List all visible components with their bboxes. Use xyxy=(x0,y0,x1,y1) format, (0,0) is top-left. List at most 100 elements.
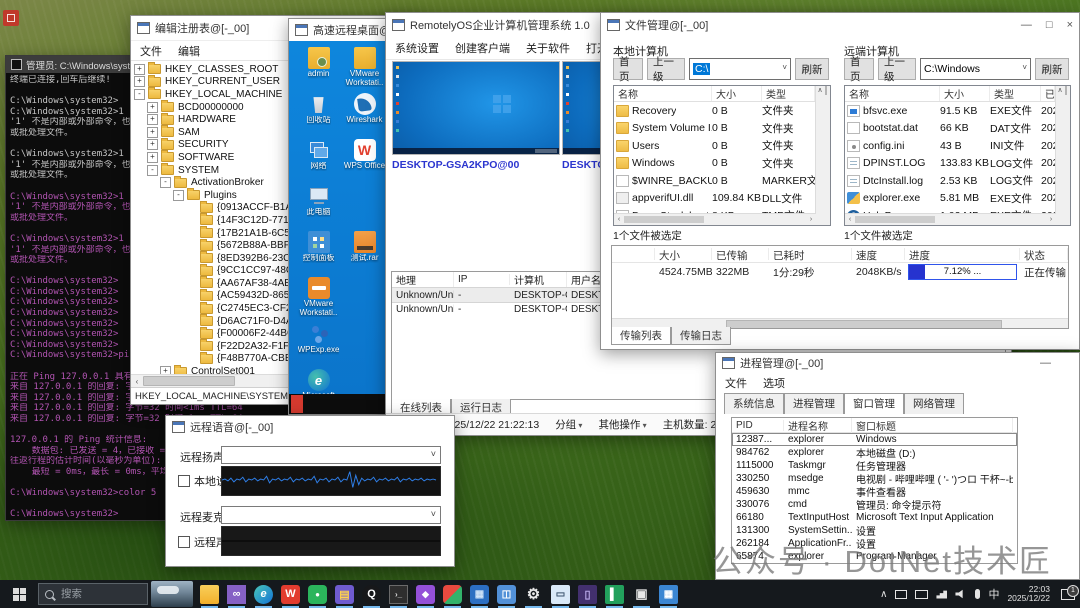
taskbar-app-icon[interactable]: ▦ xyxy=(655,580,682,608)
desktop-icon[interactable]: 网络 xyxy=(297,139,340,182)
tab[interactable]: 网络管理 xyxy=(904,393,964,414)
horizontal-scrollbar[interactable]: ‹› xyxy=(845,213,1056,225)
checkbox-icon[interactable] xyxy=(178,536,190,548)
voice-titlebar[interactable]: 远程语音@[-_00] xyxy=(166,416,454,438)
expander-icon[interactable]: - xyxy=(160,177,171,188)
horizontal-scrollbar[interactable]: ‹› xyxy=(614,213,816,225)
expander-icon[interactable]: + xyxy=(147,102,158,113)
refresh-button[interactable]: 刷新 xyxy=(1035,58,1069,80)
up-button[interactable]: 上一级 xyxy=(647,58,685,80)
expander-icon[interactable]: + xyxy=(147,139,158,150)
taskbar-app-icon[interactable]: e xyxy=(250,580,277,608)
taskbar-clock[interactable]: 22:03 2025/12/22 xyxy=(1007,585,1050,604)
menu-item[interactable]: 系统设置 xyxy=(395,40,439,56)
remote-path-combobox[interactable]: C:\Windows xyxy=(920,58,1031,80)
desktop-icon[interactable]: admin xyxy=(297,47,340,90)
menu-item[interactable]: 文件 xyxy=(725,375,747,391)
menu-item[interactable]: 文件 xyxy=(140,43,162,59)
menu-item[interactable]: 编辑 xyxy=(178,43,200,59)
file-list-header[interactable]: 名称大小类型已修 xyxy=(845,86,1055,102)
file-row[interactable]: appverifUI.dll 109.84 KBDLL文件 xyxy=(614,190,815,208)
search-input[interactable] xyxy=(59,587,141,601)
tab[interactable]: 进程管理 xyxy=(784,393,844,414)
tray-network-icon[interactable] xyxy=(936,590,947,599)
taskbar-app-icon[interactable] xyxy=(196,580,223,608)
process-manager-titlebar[interactable]: 进程管理@[-_00] — xyxy=(716,353,1079,373)
tray-microphone-icon[interactable] xyxy=(975,589,980,599)
expander-icon[interactable]: + xyxy=(147,152,158,163)
taskbar-app-icon[interactable]: ⚙ xyxy=(520,580,547,608)
expander-icon[interactable]: - xyxy=(173,190,184,201)
taskbar-app-icon[interactable]: ◫ xyxy=(493,580,520,608)
vertical-scrollbar[interactable]: ∧ xyxy=(815,86,830,225)
machine-thumbnail[interactable]: DESKTOP-GSA2KPO@00 xyxy=(392,61,558,227)
file-list-header[interactable]: 名称大小类型 xyxy=(614,86,815,102)
desktop-icon[interactable]: 测试.rar xyxy=(343,231,386,274)
taskbar-search[interactable] xyxy=(38,583,148,605)
transfer-header[interactable]: 大小已传输 已耗时速度 进度状态 xyxy=(612,246,1068,263)
file-row[interactable]: DtcInstall.log 2.53 KBLOG文件2025 xyxy=(845,172,1055,190)
desktop-icon[interactable]: WPExp.exe xyxy=(297,323,340,366)
minimize-icon[interactable]: — xyxy=(1021,19,1032,31)
file-row[interactable]: DPINST.LOG 133.83 KBLOG文件2025 xyxy=(845,155,1055,173)
expander-icon[interactable]: + xyxy=(134,64,145,75)
expander-icon[interactable]: + xyxy=(147,127,158,138)
other-actions-dropdown[interactable]: 其他操作 xyxy=(598,417,646,432)
expander-icon[interactable]: + xyxy=(147,114,158,125)
action-center-icon[interactable]: 1 xyxy=(1061,589,1075,600)
tab[interactable]: 窗口管理 xyxy=(844,393,904,414)
minimize-icon[interactable]: — xyxy=(1040,357,1051,369)
machine-name[interactable]: DESKTOP-GSA2KPO@00 xyxy=(392,159,558,171)
expander-icon[interactable]: + xyxy=(134,76,145,87)
taskbar-app-icon[interactable]: Q xyxy=(358,580,385,608)
ime-indicator[interactable]: 中 xyxy=(988,586,999,602)
maximize-icon[interactable]: □ xyxy=(1046,19,1053,31)
expander-icon[interactable]: - xyxy=(134,89,145,100)
taskbar-app-icon[interactable]: ◆ xyxy=(412,580,439,608)
menu-item[interactable]: 创建客户端 xyxy=(455,40,510,56)
tab[interactable]: 系统信息 xyxy=(724,393,784,414)
taskbar-app-icon[interactable]: ▣ xyxy=(628,580,655,608)
tray-chevron-icon[interactable]: ∧ xyxy=(880,589,887,600)
tray-volume-icon[interactable] xyxy=(955,589,967,599)
taskbar-app-icon[interactable]: ▤ xyxy=(331,580,358,608)
up-button[interactable]: 上一级 xyxy=(878,58,916,80)
taskbar-app-icon[interactable]: ▭ xyxy=(547,580,574,608)
file-row[interactable]: config.ini 43 BINI文件2025 xyxy=(845,137,1055,155)
expander-icon[interactable]: - xyxy=(147,165,158,176)
taskbar-app-icon[interactable]: ● xyxy=(304,580,331,608)
group-dropdown[interactable]: 分组 xyxy=(555,417,582,432)
file-row[interactable]: Users 0 B文件夹 xyxy=(614,137,815,155)
start-button[interactable] xyxy=(0,580,38,608)
taskbar-app-icon[interactable]: ▍ xyxy=(601,580,628,608)
taskbar-app-icon[interactable]: W xyxy=(277,580,304,608)
taskbar-app-icon[interactable]: ∞ xyxy=(223,580,250,608)
desktop-icon[interactable]: WPS Office xyxy=(343,139,386,182)
home-button[interactable]: 首页 xyxy=(844,58,874,80)
taskbar-app-icon[interactable]: ▦ xyxy=(466,580,493,608)
home-button[interactable]: 首页 xyxy=(613,58,643,80)
desktop-icon[interactable]: 此电脑 xyxy=(297,185,340,228)
desktop-icon[interactable]: 控制面板 xyxy=(297,231,340,274)
file-row[interactable]: Recovery 0 B文件夹 xyxy=(614,102,815,120)
speaker-combobox[interactable] xyxy=(221,446,441,464)
taskbar-app-icon[interactable]: ▯ xyxy=(574,580,601,608)
desktop-icon[interactable]: Wireshark xyxy=(343,93,386,136)
weather-widget[interactable] xyxy=(151,581,193,607)
tray-display-icon[interactable] xyxy=(895,590,907,599)
file-row[interactable]: bfsvc.exe 91.5 KBEXE文件2025 xyxy=(845,102,1055,120)
menu-item[interactable]: 选项 xyxy=(763,375,785,391)
process-row[interactable]: 330076cmd管理员: 命令提示符 xyxy=(732,498,1017,511)
desktop-icon[interactable]: VMware Workstati.. xyxy=(343,47,386,90)
file-row[interactable]: $WINRE_BACKUP... 0 BMARKER文件 xyxy=(614,172,815,190)
machine-screen-preview[interactable] xyxy=(392,61,560,155)
desktop-shortcut-icon[interactable] xyxy=(3,10,19,26)
local-path-combobox[interactable]: C:\ xyxy=(689,58,791,80)
taskbar-app-icon[interactable] xyxy=(439,580,466,608)
tab[interactable]: 传输日志 xyxy=(671,327,731,345)
tray-keyboard-icon[interactable] xyxy=(915,590,928,599)
close-icon[interactable]: × xyxy=(1067,19,1073,31)
vertical-scrollbar[interactable]: ∧ xyxy=(1055,86,1070,225)
mic-combobox[interactable] xyxy=(221,506,441,524)
expander-icon[interactable]: + xyxy=(160,366,171,374)
